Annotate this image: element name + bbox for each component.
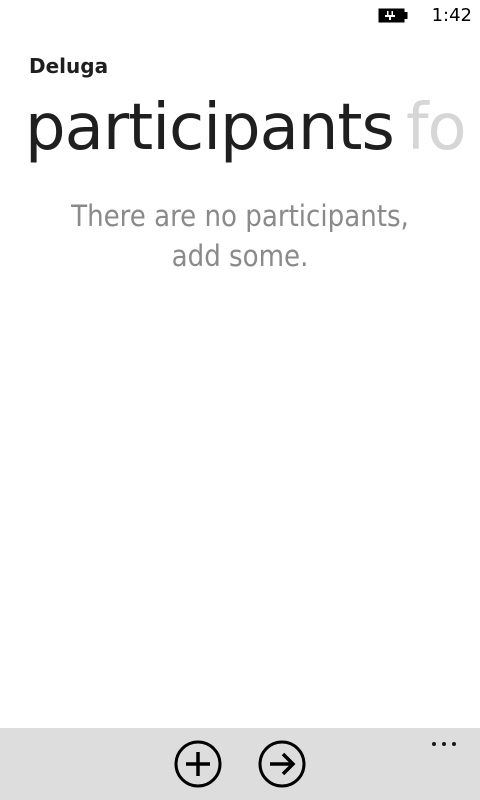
empty-message-line-1: There are no participants, [71,199,409,233]
arrow-right-circle-icon [258,740,306,788]
status-bar: 1:42 [0,0,480,32]
app-title: Deluga [29,54,109,78]
more-ellipsis-icon[interactable] [426,732,462,754]
empty-participants-message: There are no participants, add some. [0,196,480,276]
add-participant-button[interactable] [174,740,222,788]
add-circle-icon [174,740,222,788]
next-button[interactable] [258,740,306,788]
clock-time: 1:42 [431,5,472,26]
application-bar [0,728,480,800]
empty-message-line-2: add some. [171,239,309,273]
pivot-tab-next[interactable]: fo [406,86,467,170]
battery-charging-icon [378,8,408,23]
pivot-tab-participants[interactable]: participants [25,86,395,170]
pivot-header-strip: participants fo [0,86,480,176]
